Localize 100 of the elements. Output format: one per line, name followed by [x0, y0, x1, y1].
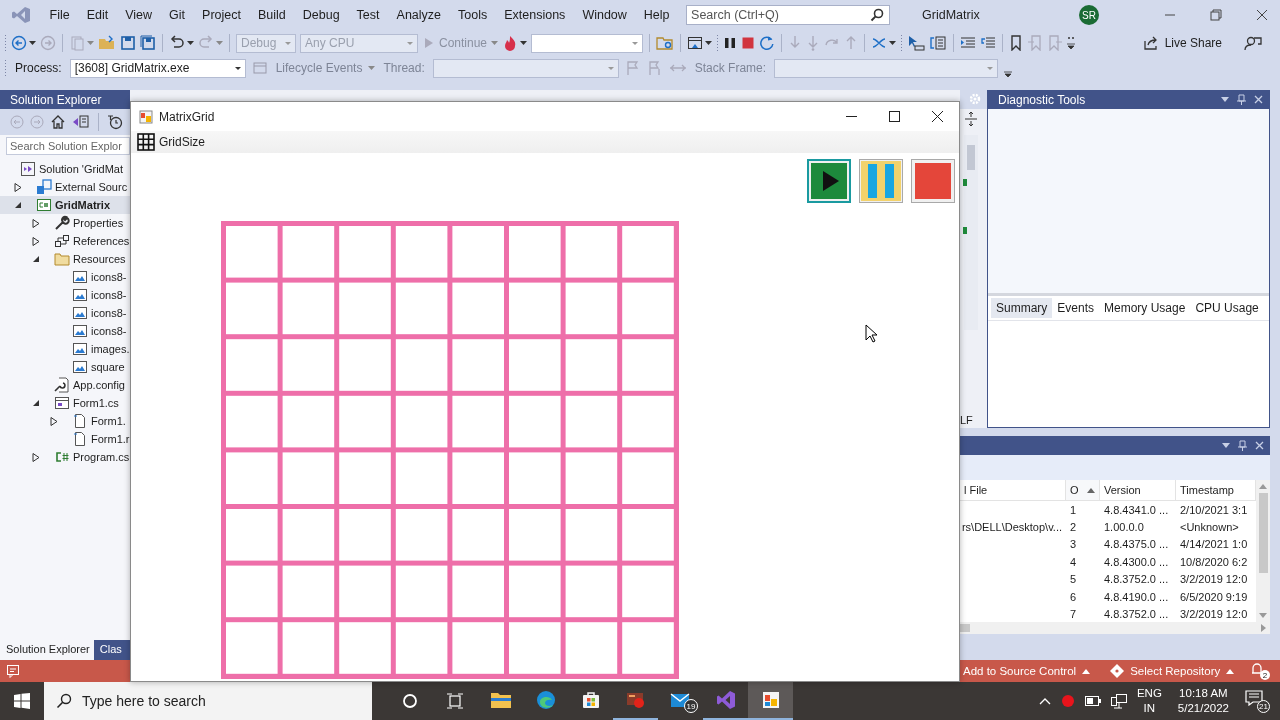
tree-item[interactable]: square — [0, 358, 130, 376]
expanded-arrow-icon[interactable] — [32, 255, 40, 263]
search-field[interactable]: Type here to search — [44, 682, 372, 720]
panel-tab[interactable]: Clas — [93, 640, 126, 660]
tree-item[interactable]: GridMatrix — [0, 196, 130, 214]
tab[interactable]: Memory Usage — [1099, 298, 1191, 318]
expanded-arrow-icon[interactable] — [32, 399, 40, 407]
restart-icon[interactable] — [759, 35, 776, 51]
play-button[interactable] — [807, 159, 851, 203]
network-icon[interactable] — [1110, 693, 1127, 709]
save-icon[interactable] — [120, 35, 136, 51]
tree-item[interactable]: External Sourc — [0, 178, 130, 196]
menu-item[interactable]: Analyze — [388, 8, 450, 22]
pause-icon[interactable] — [723, 36, 738, 50]
scroll-thumb[interactable] — [1258, 493, 1268, 573]
menu-item[interactable]: GridSize — [137, 133, 205, 151]
scroll-thumb[interactable] — [967, 145, 975, 170]
battery-icon[interactable] — [1084, 696, 1101, 706]
close-icon[interactable] — [1256, 9, 1268, 21]
feedback-icon[interactable] — [6, 664, 20, 678]
tree-item[interactable]: icons8- — [0, 322, 130, 340]
menu-item[interactable]: Edit — [78, 8, 117, 22]
chevron-up-icon[interactable] — [1038, 697, 1051, 705]
panel-tab[interactable]: Solution Explorer — [0, 640, 94, 660]
tab[interactable]: Events — [1052, 298, 1100, 318]
input-language-button[interactable]: ENG IN — [1136, 686, 1162, 716]
menu-item[interactable]: Project — [193, 8, 250, 22]
split-icon[interactable] — [964, 111, 978, 127]
tree-item[interactable]: icons8- — [0, 304, 130, 322]
menu-item[interactable]: Window — [573, 8, 636, 22]
tree-item[interactable]: icons8- — [0, 268, 130, 286]
cortana-icon[interactable] — [402, 693, 418, 709]
overflow-icon[interactable] — [1067, 35, 1076, 51]
process-dropdown[interactable]: [3608] GridMatrix.exe — [69, 58, 246, 78]
search-field[interactable]: Search Solution Explor — [6, 137, 130, 155]
caret-icon[interactable] — [889, 41, 897, 45]
columns-icon[interactable] — [929, 35, 948, 51]
pending-changes-icon[interactable] — [107, 114, 123, 130]
dropdown-icon[interactable] — [1221, 97, 1229, 102]
cursor-line-icon[interactable] — [907, 35, 926, 51]
toolbar-grip[interactable] — [716, 34, 720, 52]
stop-icon[interactable] — [741, 36, 756, 50]
home-icon[interactable] — [50, 114, 66, 130]
select-repository-button[interactable]: Select Repository — [1110, 664, 1235, 678]
window-icon[interactable] — [687, 35, 704, 51]
tree-item[interactable]: Form1.cs — [0, 394, 130, 412]
scroll-thumb[interactable] — [960, 624, 970, 632]
collapsed-arrow-icon[interactable] — [14, 182, 22, 192]
maximize-icon[interactable] — [889, 111, 900, 122]
action-center-button[interactable]: 21 — [1245, 689, 1270, 713]
menu-item[interactable]: Test — [348, 8, 389, 22]
open-folder-icon[interactable] — [98, 35, 116, 51]
tree-item[interactable]: Properties — [0, 214, 130, 232]
menu-item[interactable]: Help — [635, 8, 679, 22]
toolbar-grip[interactable] — [4, 34, 7, 52]
tree-item[interactable]: Program.cs — [0, 448, 130, 466]
collapsed-arrow-icon[interactable] — [32, 218, 40, 228]
caret-icon[interactable] — [187, 41, 194, 45]
back-icon[interactable] — [11, 35, 27, 51]
scrollbar[interactable] — [960, 622, 1270, 634]
toolbar-grip[interactable] — [4, 59, 7, 77]
pin-icon[interactable] — [1237, 94, 1246, 105]
user-avatar[interactable]: SR — [1079, 5, 1099, 25]
start-icon[interactable] — [14, 693, 30, 709]
collapsed-arrow-icon[interactable] — [32, 452, 40, 462]
taskbar-app-button[interactable] — [748, 682, 793, 720]
bookmark-icon[interactable] — [1009, 35, 1024, 51]
tree-item[interactable]: images. — [0, 340, 130, 358]
indent-icon[interactable] — [960, 35, 977, 51]
feedback-icon[interactable] — [1244, 35, 1262, 51]
menu-item[interactable]: Git — [160, 8, 194, 22]
caret-icon[interactable] — [705, 41, 713, 45]
close-icon[interactable] — [932, 111, 943, 122]
tree-item[interactable]: App.config — [0, 376, 130, 394]
collapsed-arrow-icon[interactable] — [32, 236, 40, 246]
stop-button[interactable] — [911, 159, 955, 203]
menu-item[interactable]: Debug — [294, 8, 349, 22]
expanded-arrow-icon[interactable] — [14, 201, 22, 209]
scrollbar[interactable] — [1256, 480, 1270, 622]
search-field[interactable]: Search (Ctrl+Q) — [686, 5, 891, 25]
switch-views-icon[interactable] — [72, 114, 90, 130]
caret-icon[interactable] — [520, 41, 528, 45]
scrollbar[interactable] — [964, 135, 978, 330]
column-header[interactable]: O — [1066, 480, 1100, 500]
clock[interactable]: 10:18 AM 5/21/2022 — [1177, 686, 1229, 716]
tab[interactable]: Summary — [991, 298, 1053, 318]
menu-item[interactable]: Extensions — [495, 8, 574, 22]
toolbar-grip[interactable] — [900, 34, 904, 52]
restore-icon[interactable] — [1210, 9, 1222, 21]
menu-item[interactable]: Build — [249, 8, 295, 22]
startup-item-dropdown[interactable] — [531, 33, 644, 53]
tree-item[interactable]: Form1. — [0, 412, 130, 430]
outdent-icon[interactable] — [980, 35, 997, 51]
menu-item[interactable]: File — [41, 8, 79, 22]
pin-icon[interactable] — [1238, 440, 1247, 451]
tree-item[interactable]: icons8- — [0, 286, 130, 304]
tab[interactable]: CPU Usage — [1190, 298, 1264, 318]
live-share-button[interactable]: Live Share — [1140, 35, 1224, 51]
save-all-icon[interactable] — [140, 35, 156, 51]
find-file-icon[interactable] — [656, 35, 675, 51]
